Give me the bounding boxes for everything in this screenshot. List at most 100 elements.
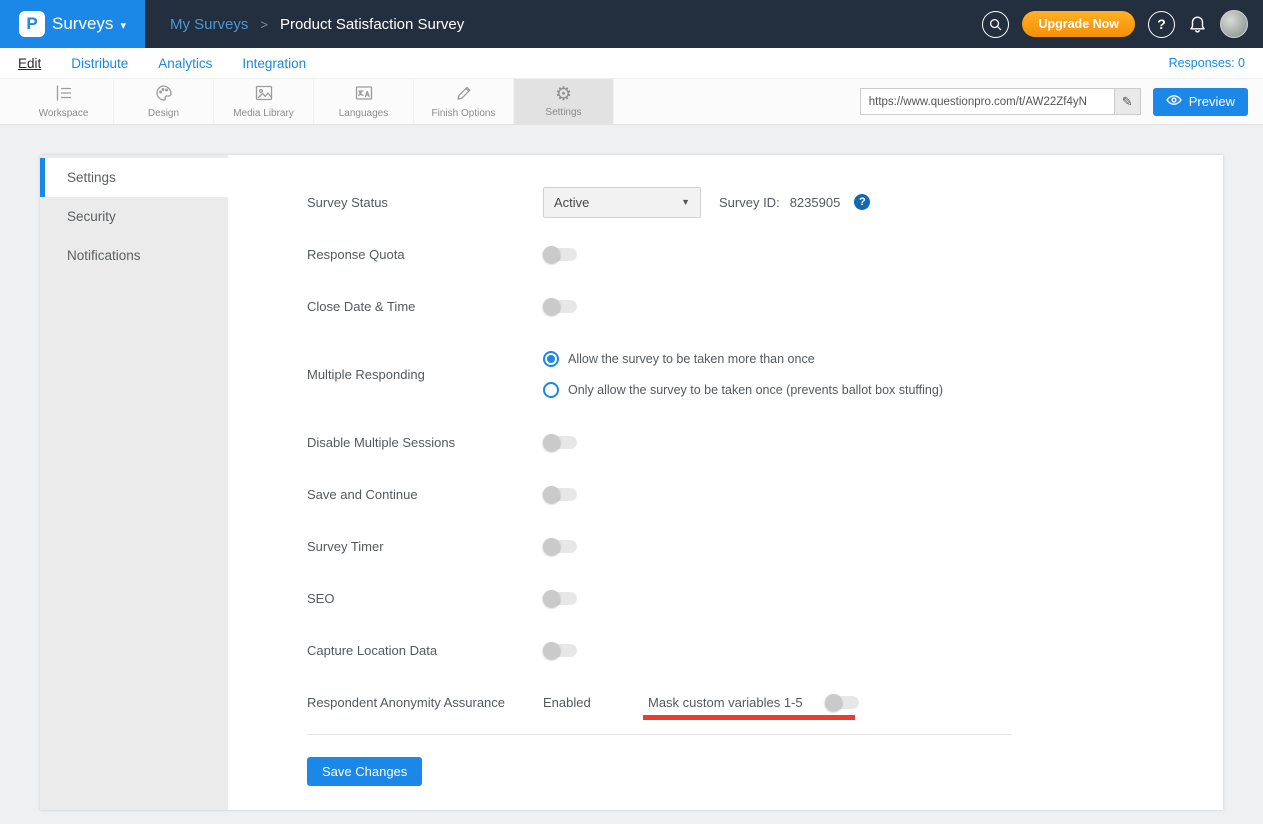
edit-url-button[interactable]: ✎ [1114, 88, 1141, 115]
settings-form: Survey Status Active ▼ Survey ID: 823590… [228, 155, 1223, 810]
tab-distribute[interactable]: Distribute [71, 56, 128, 71]
save-continue-label: Save and Continue [307, 487, 543, 502]
capture-location-label: Capture Location Data [307, 643, 543, 658]
responses-count[interactable]: Responses: 0 [1169, 56, 1245, 70]
anonymity-label: Respondent Anonymity Assurance [307, 695, 543, 710]
survey-url-input[interactable] [860, 88, 1114, 115]
breadcrumb-current-survey: Product Satisfaction Survey [280, 16, 464, 33]
capture-location-toggle[interactable] [543, 644, 577, 657]
mask-variables-label: Mask custom variables 1-5 [648, 695, 825, 710]
disable-sessions-label: Disable Multiple Sessions [307, 435, 543, 450]
mask-variables-toggle[interactable] [825, 696, 859, 709]
radio-allow-multiple-label: Allow the survey to be taken more than o… [568, 352, 815, 366]
survey-timer-toggle[interactable] [543, 540, 577, 553]
radio-allow-multiple[interactable]: Allow the survey to be taken more than o… [543, 351, 815, 367]
notifications-bell-icon[interactable] [1188, 15, 1207, 34]
tab-analytics[interactable]: Analytics [158, 56, 212, 71]
seo-toggle[interactable] [543, 592, 577, 605]
row-survey-timer: Survey Timer [307, 520, 1223, 572]
toolbar-right: ✎ Preview [860, 79, 1248, 124]
sidebar-item-settings[interactable]: Settings [40, 158, 228, 197]
sidebar-item-security[interactable]: Security [40, 197, 228, 236]
product-switcher[interactable]: P Surveys ▾ [0, 0, 145, 48]
close-date-toggle[interactable] [543, 300, 577, 313]
toolbar-item-label: Finish Options [432, 108, 496, 119]
toolbar-item-label: Workspace [39, 108, 89, 119]
toolbar-item-finish-options[interactable]: Finish Options [414, 79, 514, 124]
row-close-date: Close Date & Time [307, 280, 1223, 332]
radio-unselected-icon [543, 382, 559, 398]
toolbar-item-workspace[interactable]: Workspace [14, 79, 114, 124]
toolbar-item-label: Languages [339, 108, 389, 119]
help-icon[interactable]: ? [1148, 11, 1175, 38]
row-capture-location: Capture Location Data [307, 624, 1223, 676]
row-disable-sessions: Disable Multiple Sessions [307, 416, 1223, 468]
chevron-down-icon: ▼ [681, 197, 690, 207]
row-seo: SEO [307, 572, 1223, 624]
section-tabs: Edit Distribute Analytics Integration Re… [0, 48, 1263, 78]
anonymity-status: Enabled [543, 695, 648, 710]
row-survey-status: Survey Status Active ▼ Survey ID: 823590… [307, 176, 1223, 228]
response-quota-toggle[interactable] [543, 248, 577, 261]
toolbar-item-settings[interactable]: ⚙ Settings [514, 79, 614, 124]
row-multiple-responding: Multiple Responding Allow the survey to … [307, 332, 1223, 416]
toolbar-item-label: Design [148, 108, 179, 119]
radio-allow-once[interactable]: Only allow the survey to be taken once (… [543, 382, 943, 398]
survey-url-group: ✎ [860, 88, 1141, 115]
form-divider [307, 734, 1012, 735]
preview-button[interactable]: Preview [1153, 88, 1248, 116]
save-continue-toggle[interactable] [543, 488, 577, 501]
survey-timer-label: Survey Timer [307, 539, 543, 554]
toolbar-item-label: Media Library [233, 108, 294, 119]
annotation-red-underline [643, 715, 855, 720]
search-icon[interactable] [982, 11, 1009, 38]
save-changes-button[interactable]: Save Changes [307, 757, 422, 786]
close-date-label: Close Date & Time [307, 299, 543, 314]
row-response-quota: Response Quota [307, 228, 1223, 280]
settings-sidebar: Settings Security Notifications [40, 155, 228, 810]
disable-sessions-toggle[interactable] [543, 436, 577, 449]
survey-status-select[interactable]: Active ▼ [543, 187, 701, 218]
chevron-down-icon: ▾ [120, 19, 126, 32]
toolbar-item-media-library[interactable]: Media Library [214, 79, 314, 124]
radio-selected-icon [543, 351, 559, 367]
survey-id-value: 8235905 [790, 195, 841, 210]
radio-allow-once-label: Only allow the survey to be taken once (… [568, 383, 943, 397]
eye-icon [1166, 94, 1182, 109]
breadcrumb-my-surveys[interactable]: My Surveys [170, 16, 248, 33]
main-area: Settings Security Notifications Survey S… [0, 125, 1263, 810]
settings-card: Settings Security Notifications Survey S… [40, 155, 1223, 810]
multiple-responding-label: Multiple Responding [307, 367, 543, 382]
sidebar-item-notifications[interactable]: Notifications [40, 236, 228, 275]
translate-icon [354, 84, 374, 105]
tab-edit[interactable]: Edit [18, 56, 41, 71]
preview-label: Preview [1189, 94, 1235, 109]
topbar-actions: Upgrade Now ? [982, 10, 1248, 38]
workspace-icon [54, 84, 74, 105]
toolbar-item-design[interactable]: Design [114, 79, 214, 124]
seo-label: SEO [307, 591, 543, 606]
top-bar: P Surveys ▾ My Surveys > Product Satisfa… [0, 0, 1263, 48]
image-icon [254, 84, 274, 105]
survey-status-label: Survey Status [307, 195, 543, 210]
response-quota-label: Response Quota [307, 247, 543, 262]
breadcrumb: My Surveys > Product Satisfaction Survey [170, 16, 464, 33]
palette-icon [154, 84, 174, 105]
row-anonymity: Respondent Anonymity Assurance Enabled M… [307, 676, 1223, 728]
pencil-icon: ✎ [1122, 94, 1133, 110]
product-name: Surveys [52, 14, 113, 34]
user-avatar[interactable] [1220, 10, 1248, 38]
survey-id-label: Survey ID: [719, 195, 780, 210]
upgrade-now-button[interactable]: Upgrade Now [1022, 11, 1135, 37]
survey-id-help-icon[interactable]: ? [854, 194, 870, 210]
questionpro-logo-icon: P [19, 11, 45, 37]
row-save-continue: Save and Continue [307, 468, 1223, 520]
edit-toolbar: Workspace Design Media Library Languages… [0, 78, 1263, 125]
toolbar-item-label: Settings [545, 107, 581, 118]
breadcrumb-separator-icon: > [260, 17, 268, 32]
gear-icon: ⚙ [555, 85, 572, 104]
survey-status-value: Active [554, 195, 589, 210]
toolbar-item-languages[interactable]: Languages [314, 79, 414, 124]
tab-integration[interactable]: Integration [242, 56, 306, 71]
pencil-brush-icon [454, 84, 474, 105]
